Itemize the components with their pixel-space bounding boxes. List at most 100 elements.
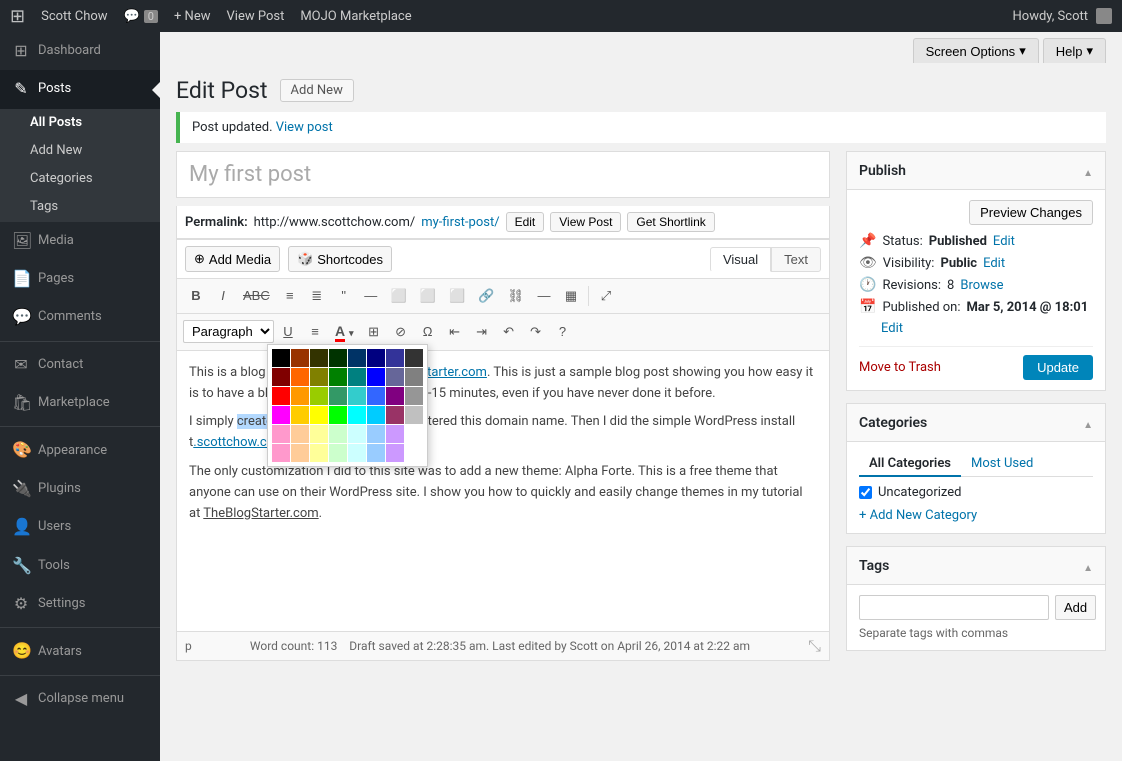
color-swatch[interactable] (272, 425, 290, 443)
uncategorized-checkbox[interactable] (859, 486, 872, 499)
adminbar-view-post[interactable]: View Post (227, 9, 285, 24)
color-swatch[interactable] (272, 444, 290, 462)
ordered-list-button[interactable]: ≣ (304, 283, 330, 309)
color-swatch[interactable] (348, 387, 366, 405)
color-swatch[interactable] (386, 425, 404, 443)
italic-button[interactable]: I (210, 283, 236, 309)
color-swatch[interactable] (386, 368, 404, 386)
sidebar-subitem-tags[interactable]: Tags (0, 193, 160, 221)
sidebar-item-pages[interactable]: 📄 Pages (0, 260, 160, 298)
edit-date-link[interactable]: Edit (881, 321, 903, 336)
add-media-button[interactable]: ⊕ Add Media (185, 246, 280, 272)
color-swatch[interactable] (405, 368, 423, 386)
post-title-input[interactable] (177, 152, 829, 197)
color-swatch[interactable] (367, 425, 385, 443)
align-right-button[interactable]: ⬜ (443, 283, 471, 309)
color-swatch[interactable] (348, 368, 366, 386)
most-used-tab[interactable]: Most Used (961, 452, 1043, 477)
color-swatch[interactable] (386, 406, 404, 424)
color-swatch[interactable] (405, 406, 423, 424)
permalink-url[interactable]: my-first-post/ (421, 215, 499, 230)
color-swatch[interactable] (329, 349, 347, 367)
color-swatch[interactable] (348, 425, 366, 443)
color-swatch[interactable] (310, 425, 328, 443)
text-color-button[interactable]: A ▾ (329, 318, 360, 346)
edit-permalink-button[interactable]: Edit (506, 212, 545, 232)
categories-metabox-header[interactable]: Categories (847, 404, 1105, 442)
help-editor-button[interactable]: ? (550, 319, 576, 345)
sidebar-item-settings[interactable]: ⚙ Settings (0, 585, 160, 623)
color-swatch[interactable] (272, 387, 290, 405)
move-to-trash-link[interactable]: Move to Trash (859, 360, 941, 375)
color-swatch[interactable] (291, 444, 309, 462)
tags-input[interactable] (859, 595, 1049, 620)
view-post-button[interactable]: View Post (550, 212, 621, 232)
paragraph-select[interactable]: Paragraph Heading 1 Heading 2 Heading 3 (183, 320, 274, 343)
sidebar-item-dashboard[interactable]: ⊞ Dashboard (0, 32, 160, 70)
blockquote-button[interactable]: " (331, 283, 357, 309)
update-button[interactable]: Update (1023, 355, 1093, 380)
strikethrough-button[interactable]: ABC (237, 283, 276, 309)
color-swatch[interactable] (310, 368, 328, 386)
color-swatch[interactable] (348, 406, 366, 424)
color-swatch[interactable] (386, 349, 404, 367)
color-swatch[interactable] (367, 444, 385, 462)
special-chars-button[interactable]: Ω (415, 319, 441, 345)
add-new-category-link[interactable]: + Add New Category (859, 508, 1093, 523)
color-swatch[interactable] (386, 444, 404, 462)
edit-visibility-link[interactable]: Edit (983, 256, 1005, 271)
all-categories-tab[interactable]: All Categories (859, 452, 961, 477)
color-swatch[interactable] (310, 387, 328, 405)
insert-link-button[interactable]: 🔗 (472, 283, 500, 309)
sidebar-item-appearance[interactable]: 🎨 Appearance (0, 431, 160, 469)
color-swatch[interactable] (291, 368, 309, 386)
sidebar-collapse[interactable]: ◀ Collapse menu (0, 680, 160, 718)
adminbar-marketplace[interactable]: MOJO Marketplace (300, 9, 411, 24)
color-swatch[interactable] (329, 444, 347, 462)
color-swatch[interactable] (405, 387, 423, 405)
undo-button[interactable]: ↶ (496, 319, 522, 345)
browse-revisions-link[interactable]: Browse (960, 278, 1003, 293)
color-swatch[interactable] (272, 368, 290, 386)
bold-button[interactable]: B (183, 283, 209, 309)
sidebar-item-posts[interactable]: ✎ Posts (0, 70, 160, 108)
color-swatch[interactable] (348, 349, 366, 367)
color-swatch[interactable] (329, 425, 347, 443)
color-swatch[interactable] (310, 444, 328, 462)
color-swatch[interactable] (348, 444, 366, 462)
align-center-button[interactable]: ⬜ (414, 283, 442, 309)
insert-more-button[interactable]: — (531, 283, 557, 309)
color-swatch[interactable] (405, 349, 423, 367)
color-swatch[interactable] (367, 368, 385, 386)
get-shortlink-button[interactable]: Get Shortlink (627, 212, 714, 232)
add-new-button[interactable]: Add New (280, 79, 354, 102)
color-swatch[interactable] (405, 444, 423, 462)
text-tab[interactable]: Text (771, 247, 821, 272)
shortcodes-button[interactable]: 🎲 Shortcodes (288, 246, 392, 272)
redo-button[interactable]: ↷ (523, 319, 549, 345)
align-left-button[interactable]: ⬜ (385, 283, 413, 309)
color-swatch[interactable] (367, 406, 385, 424)
sidebar-subitem-all-posts[interactable]: All Posts (0, 109, 160, 137)
unordered-list-button[interactable]: ≡ (277, 283, 303, 309)
clear-formatting-button[interactable]: ⊘ (388, 319, 414, 345)
color-swatch[interactable] (291, 349, 309, 367)
indent-button[interactable]: ⇥ (469, 319, 495, 345)
color-swatch[interactable] (367, 387, 385, 405)
justify-button[interactable]: ≡ (302, 319, 328, 345)
sidebar-item-tools[interactable]: 🔧 Tools (0, 547, 160, 585)
tags-add-button[interactable]: Add (1055, 595, 1096, 620)
color-swatch[interactable] (291, 387, 309, 405)
toolbar-toggle-button[interactable]: ▦ (558, 283, 584, 309)
edit-status-link[interactable]: Edit (993, 234, 1015, 249)
sidebar-item-contact[interactable]: ✉ Contact (0, 346, 160, 384)
sidebar-item-media[interactable]: 🖼 Media (0, 222, 160, 260)
color-swatch[interactable] (272, 406, 290, 424)
color-swatch[interactable] (310, 406, 328, 424)
fullscreen-button[interactable]: ⤢ (593, 283, 619, 309)
resize-handle[interactable]: ⤡ (808, 636, 821, 656)
view-post-link[interactable]: View post (276, 120, 333, 135)
visual-tab[interactable]: Visual (710, 247, 771, 272)
color-swatch[interactable] (291, 406, 309, 424)
outdent-button[interactable]: ⇤ (442, 319, 468, 345)
